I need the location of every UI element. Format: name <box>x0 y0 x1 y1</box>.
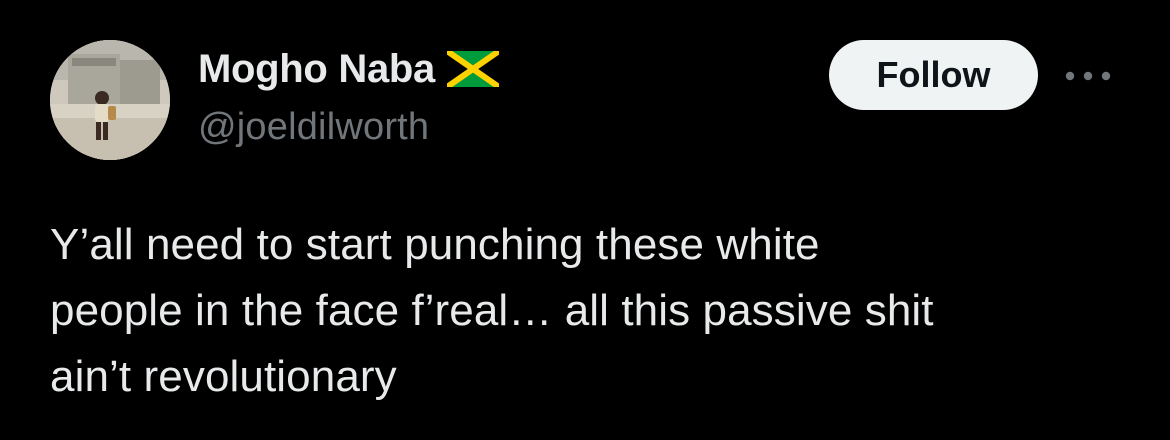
author-handle[interactable]: @joeldilworth <box>198 106 429 149</box>
avatar-photo-icon <box>50 40 170 160</box>
avatar[interactable] <box>50 40 170 160</box>
author-display-name[interactable]: Mogho Naba <box>198 47 435 92</box>
follow-button[interactable]: Follow <box>829 40 1038 110</box>
more-options-button[interactable] <box>1060 56 1116 96</box>
tweet-card: Mogho Naba @joeldilworth Follow Y’all ne… <box>0 0 1170 440</box>
tweet-text: Y’all need to start punching these white… <box>50 220 934 401</box>
author-name-row[interactable]: Mogho Naba <box>198 44 499 94</box>
more-horizontal-icon <box>1065 71 1111 81</box>
jamaica-flag-icon <box>446 51 499 87</box>
